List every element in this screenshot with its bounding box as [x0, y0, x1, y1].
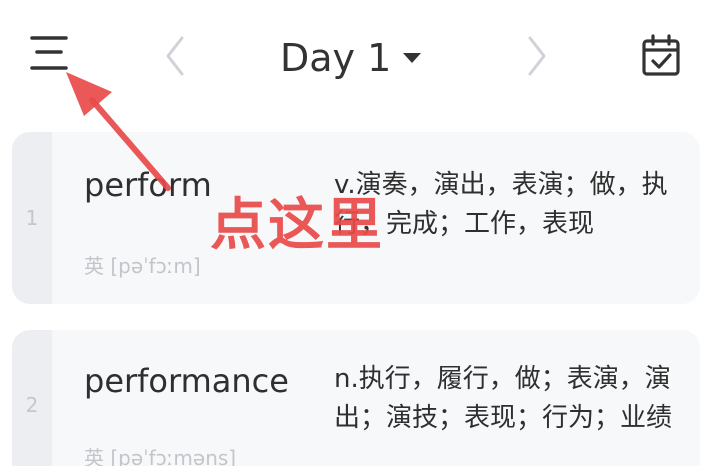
- word-index-strip: 1: [12, 132, 52, 304]
- word-phonetic: 英 [pəˈfɔːməns]: [84, 446, 237, 466]
- caret-down-icon: [403, 53, 422, 63]
- chevron-right-icon: [528, 36, 546, 76]
- word-phonetic: 英 [pəˈfɔːm]: [84, 254, 201, 278]
- word-text: perform: [84, 166, 212, 204]
- annotation-text: 点这里: [210, 193, 384, 258]
- day-label: Day 1: [280, 36, 392, 80]
- word-definition: v.演奏，演出，表演；做，执行，完成；工作，表现: [334, 170, 668, 239]
- word-definition: n.执行，履行，做；表演，演出；演技；表现；行为；业绩: [334, 364, 673, 433]
- calendar-button[interactable]: [640, 34, 684, 78]
- word-index: 2: [25, 393, 39, 417]
- day-selector[interactable]: Day 1: [280, 32, 422, 84]
- previous-day-button[interactable]: [158, 34, 194, 78]
- menu-icon: [30, 36, 68, 70]
- header-bar: Day 1: [0, 0, 720, 115]
- calendar-check-icon: [642, 34, 680, 76]
- menu-button[interactable]: [28, 32, 72, 76]
- next-day-button[interactable]: [518, 34, 554, 78]
- app-screen: Day 1 1 perform 英 [pəˈfɔːm] v.演奏，演出，表演；做…: [0, 0, 720, 466]
- chevron-left-icon: [166, 36, 184, 76]
- word-card[interactable]: 2 performance 英 [pəˈfɔːməns] n.执行，履行，做；表…: [12, 330, 700, 466]
- word-index: 1: [25, 206, 39, 230]
- word-text: performance: [84, 362, 289, 400]
- word-index-strip: 2: [12, 330, 52, 466]
